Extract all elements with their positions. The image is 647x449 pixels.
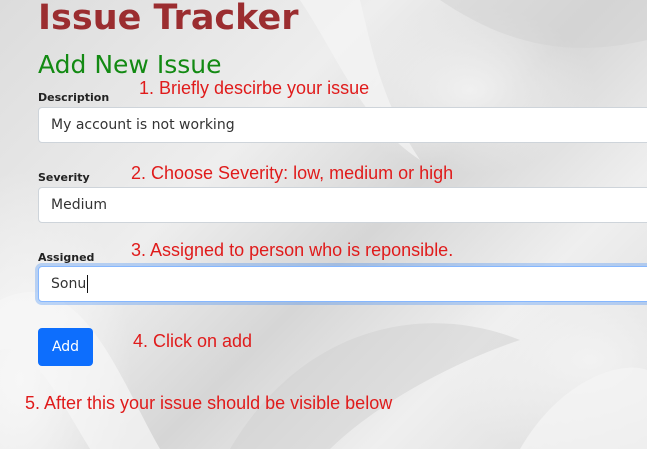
assigned-input-value: Sonu	[51, 276, 87, 292]
annotation-step-3: 3. Assigned to person who is reponsible.	[131, 240, 454, 260]
annotation-step-2: 2. Choose Severity: low, medium or high	[131, 163, 454, 183]
severity-input[interactable]: Medium	[38, 187, 647, 223]
annotation-step-4: 4. Click on add	[133, 331, 253, 351]
annotation-step-1: 1. Briefly descirbe your issue	[139, 78, 370, 98]
text-caret	[87, 275, 89, 293]
annotation-step-5: 5. After this your issue should be visib…	[25, 393, 393, 413]
section-title: Add New Issue	[38, 50, 222, 79]
description-label: Description	[38, 91, 110, 104]
assigned-label: Assigned	[38, 251, 95, 264]
add-button[interactable]: Add	[38, 328, 93, 366]
severity-input-value: Medium	[51, 197, 107, 213]
severity-label: Severity	[38, 171, 90, 184]
description-input[interactable]: My account is not working	[38, 107, 647, 143]
description-input-value: My account is not working	[51, 117, 235, 133]
app-title: Issue Tracker	[38, 0, 299, 38]
assigned-input[interactable]: Sonu	[38, 266, 647, 302]
